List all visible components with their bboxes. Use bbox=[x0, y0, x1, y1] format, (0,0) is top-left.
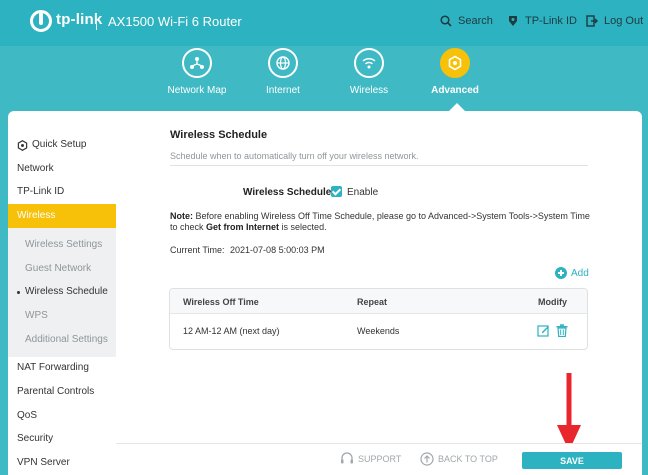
add-label: Add bbox=[571, 267, 589, 279]
sidebar-item-label: NAT Forwarding bbox=[17, 362, 89, 373]
sidebar-item-quick-setup[interactable]: Quick Setup bbox=[8, 133, 116, 157]
quick-setup-gear-icon bbox=[17, 139, 28, 151]
nav-wireless[interactable]: Wireless bbox=[329, 48, 409, 96]
sidebar-item-label: Guest Network bbox=[25, 263, 92, 274]
page-description: Schedule when to automatically turn off … bbox=[170, 151, 419, 161]
current-time-label: Current Time: bbox=[170, 245, 225, 255]
arrow-up-circle-icon bbox=[420, 452, 434, 466]
sidebar-item-parental-controls[interactable]: Parental Controls bbox=[8, 380, 116, 404]
search-label: Search bbox=[458, 15, 493, 27]
sidebar-item-label: TP-Link ID bbox=[17, 186, 65, 197]
sidebar-item-label: Network bbox=[17, 163, 54, 174]
sidebar-item-tplink-id[interactable]: TP-Link ID bbox=[8, 180, 116, 204]
schedule-label: Wireless Schedule: bbox=[243, 187, 335, 198]
sidebar-item-wireless-schedule[interactable]: Wireless Schedule bbox=[8, 280, 116, 304]
nav-advanced-label: Advanced bbox=[431, 85, 479, 96]
nav-network-map[interactable]: Network Map bbox=[157, 48, 237, 96]
active-tab-caret bbox=[449, 103, 465, 111]
current-time-value: 2021-07-08 5:00:03 PM bbox=[230, 245, 325, 255]
column-header-modify: Modify bbox=[538, 297, 567, 307]
top-header: tp-link AX1500 Wi-Fi 6 Router Search TP-… bbox=[0, 0, 648, 46]
tplink-id-label: TP-Link ID bbox=[525, 15, 577, 27]
column-header-repeat: Repeat bbox=[357, 297, 388, 307]
back-to-top-label: BACK TO TOP bbox=[438, 454, 498, 464]
sidebar-item-qos[interactable]: QoS bbox=[8, 404, 116, 428]
support-link[interactable]: SUPPORT bbox=[340, 452, 401, 466]
current-time: Current Time: 2021-07-08 5:00:03 PM bbox=[170, 245, 325, 255]
row-repeat: Weekends bbox=[357, 326, 400, 336]
tplink-id-icon bbox=[509, 16, 517, 26]
sidebar-item-wps[interactable]: WPS bbox=[8, 304, 116, 328]
search-icon bbox=[440, 15, 452, 27]
router-model: AX1500 Wi-Fi 6 Router bbox=[108, 14, 242, 29]
sidebar-item-label: QoS bbox=[17, 410, 38, 421]
search-link[interactable]: Search bbox=[440, 15, 493, 27]
add-plus-icon bbox=[555, 267, 567, 279]
note-prefix: Note: bbox=[170, 211, 193, 221]
sidebar-item-label: Parental Controls bbox=[17, 386, 95, 397]
header-divider bbox=[96, 14, 97, 30]
enable-checkbox[interactable] bbox=[331, 186, 342, 197]
logout-link[interactable]: Log Out bbox=[586, 15, 643, 27]
red-arrow-annotation bbox=[557, 373, 581, 451]
network-map-icon bbox=[182, 48, 212, 78]
nav-wireless-label: Wireless bbox=[349, 85, 389, 96]
sidebar-item-wireless-settings[interactable]: Wireless Settings bbox=[8, 233, 116, 257]
delete-icon[interactable] bbox=[556, 324, 568, 337]
tplink-id-link[interactable]: TP-Link ID bbox=[507, 15, 577, 27]
row-off-time: 12 AM-12 AM (next day) bbox=[183, 326, 280, 336]
note-bold: Get from Internet bbox=[206, 222, 280, 232]
save-button[interactable]: SAVE bbox=[522, 452, 622, 469]
page-title: Wireless Schedule bbox=[170, 129, 268, 141]
sidebar-item-label: Wireless Schedule bbox=[25, 286, 108, 297]
nav-network-map-label: Network Map bbox=[167, 85, 227, 96]
sidebar-item-label: VPN Server bbox=[17, 457, 70, 468]
column-header-off-time: Wireless Off Time bbox=[183, 297, 259, 307]
globe-icon bbox=[268, 48, 298, 78]
description-divider bbox=[170, 165, 588, 166]
sidebar-item-additional-settings[interactable]: Additional Settings bbox=[8, 328, 116, 352]
current-item-dot bbox=[17, 290, 20, 294]
sidebar-item-label: Wireless Settings bbox=[25, 239, 103, 250]
sidebar-item-nat-forwarding[interactable]: NAT Forwarding bbox=[8, 356, 116, 380]
sidebar-item-security[interactable]: Security bbox=[8, 427, 116, 451]
schedule-table: Wireless Off Time Repeat Modify 12 AM-12… bbox=[169, 288, 588, 350]
headset-icon bbox=[341, 452, 353, 464]
sidebar-item-label: WPS bbox=[25, 310, 48, 321]
nav-internet[interactable]: Internet bbox=[243, 48, 323, 96]
nav-internet-label: Internet bbox=[266, 85, 300, 96]
sidebar-item-vpn-server[interactable]: VPN Server bbox=[8, 451, 116, 475]
edit-icon[interactable] bbox=[537, 324, 550, 337]
wifi-icon bbox=[354, 48, 384, 78]
sidebar-item-wireless[interactable]: Wireless bbox=[8, 204, 116, 228]
support-label: SUPPORT bbox=[358, 454, 402, 464]
logout-label: Log Out bbox=[604, 15, 644, 27]
advanced-gear-icon bbox=[440, 48, 470, 78]
sidebar-item-guest-network[interactable]: Guest Network bbox=[8, 257, 116, 281]
sidebar-item-label: Quick Setup bbox=[32, 139, 87, 150]
note-text: Note: Before enabling Wireless Off Time … bbox=[170, 211, 590, 233]
note-suffix: is selected. bbox=[279, 222, 327, 232]
sidebar: Quick Setup Network TP-Link ID Wireless … bbox=[8, 126, 116, 475]
enable-label[interactable]: Enable bbox=[347, 187, 378, 198]
sidebar-item-label: Security bbox=[17, 433, 54, 444]
back-to-top-link[interactable]: BACK TO TOP bbox=[420, 452, 498, 466]
tplink-logo-icon bbox=[30, 10, 52, 32]
sidebar-item-label: Wireless bbox=[17, 210, 56, 221]
sidebar-item-label: Additional Settings bbox=[25, 334, 108, 345]
add-button[interactable]: Add bbox=[555, 267, 589, 279]
nav-advanced[interactable]: Advanced bbox=[415, 48, 495, 96]
sidebar-item-network[interactable]: Network bbox=[8, 157, 116, 181]
logout-icon bbox=[586, 15, 598, 27]
